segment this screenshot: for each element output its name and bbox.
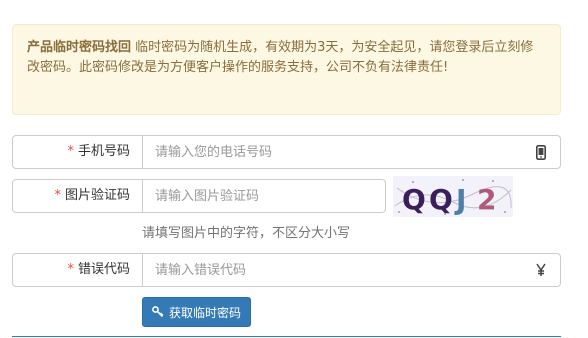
error-code-input[interactable] <box>142 253 522 287</box>
svg-text:2: 2 <box>477 183 496 216</box>
error-code-label-text: 错误代码 <box>77 262 130 277</box>
required-mark: * <box>67 144 74 159</box>
captcha-label: * 图片验证码 <box>12 179 143 213</box>
phone-label-text: 手机号码 <box>77 144 130 159</box>
phone-row: * 手机号码 <box>12 135 561 169</box>
phone-input[interactable] <box>142 135 522 169</box>
svg-text:Q: Q <box>402 183 426 216</box>
required-mark: * <box>54 188 61 203</box>
error-code-addon <box>521 253 561 287</box>
error-code-row: * 错误代码 <box>12 253 561 287</box>
captcha-image[interactable]: Q Q J 2 <box>393 176 513 217</box>
captcha-input[interactable] <box>142 179 386 213</box>
captcha-label-text: 图片验证码 <box>64 188 130 203</box>
phone-label: * 手机号码 <box>12 135 143 169</box>
key-icon <box>152 306 164 318</box>
svg-text:Q: Q <box>429 183 453 216</box>
mobile-phone-icon <box>535 144 546 160</box>
svg-text:J: J <box>454 183 466 216</box>
phone-addon <box>521 135 561 169</box>
warning-notice: 产品临时密码找回 临时密码为随机生成，有效期为3天，为安全起见，请您登录后立刻修… <box>12 24 561 115</box>
divider <box>12 336 561 337</box>
get-temp-password-label: 获取临时密码 <box>168 305 241 320</box>
notice-title: 产品临时密码找回 <box>27 40 132 55</box>
captcha-hint: 请填写图片中的字符，不区分大小写 <box>142 226 351 241</box>
required-mark: * <box>67 262 74 277</box>
get-temp-password-button[interactable]: 获取临时密码 <box>142 297 251 327</box>
captcha-row: * 图片验证码 <box>12 179 386 213</box>
error-code-label: * 错误代码 <box>12 253 143 287</box>
yen-icon <box>535 263 546 276</box>
